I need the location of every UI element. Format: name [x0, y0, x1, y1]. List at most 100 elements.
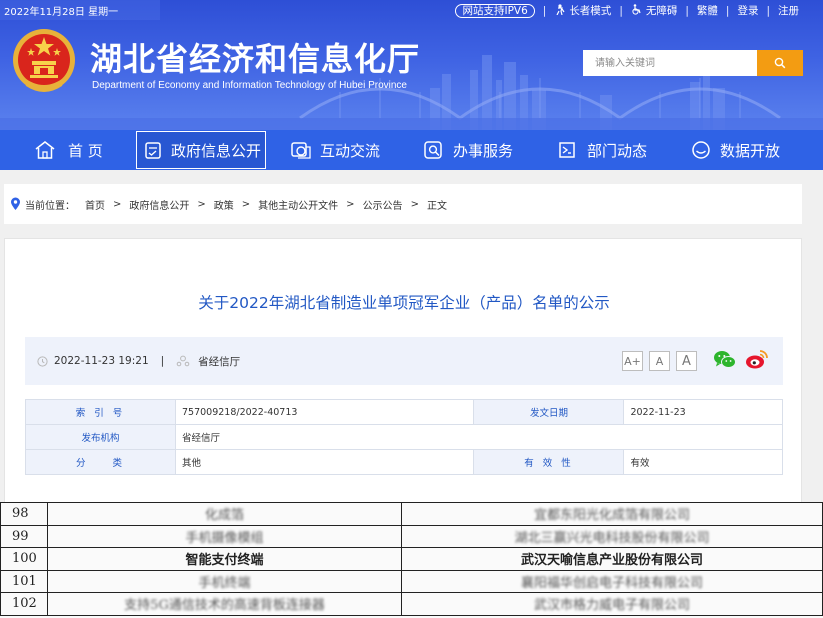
table-row: 100 智能支付终端 武汉天喻信息产业股份有限公司: [0, 547, 823, 571]
champion-list-table: 98 化成箔 宜都东阳光化成箔有限公司 99 手机摄像模组 湖北三赢兴光电科技股…: [0, 502, 823, 616]
issue-date-value: 2022-11-23: [623, 399, 783, 425]
site-subtitle: Department of Economy and Information Te…: [92, 80, 407, 91]
wechat-icon[interactable]: [713, 349, 737, 371]
search-service-icon: [424, 141, 442, 159]
search-input[interactable]: [583, 50, 757, 76]
accessibility-link[interactable]: 无障碍: [646, 3, 678, 18]
smile-data-icon: [692, 141, 710, 159]
national-emblem-logo: [13, 29, 75, 92]
breadcrumb-separator: >: [197, 198, 206, 210]
product-cell: 手机终端: [47, 569, 402, 593]
table-row: 98 化成箔 宜都东阳光化成箔有限公司: [0, 502, 823, 526]
top-links: 网站支持IPV6 | 长者模式 | 无障碍 | 繁體 | 登录 | 注册: [455, 3, 799, 18]
login-link[interactable]: 登录: [737, 3, 758, 18]
font-medium-button[interactable]: A: [649, 351, 670, 371]
news-icon: [559, 142, 575, 158]
home-icon: [35, 141, 55, 159]
search-icon: [774, 57, 786, 69]
location-pin-icon: [11, 197, 20, 210]
row-number: 100: [0, 547, 48, 571]
company-cell: 宜都东阳光化成箔有限公司: [401, 502, 823, 526]
search-box: [583, 50, 803, 76]
font-large-button[interactable]: A: [676, 351, 697, 371]
meta-divider: |: [160, 355, 165, 367]
row-number: 102: [0, 592, 48, 616]
breadcrumb-other-files[interactable]: 其他主动公开文件: [258, 197, 338, 212]
chat-icon: [291, 142, 311, 159]
breadcrumb-separator: >: [346, 198, 355, 210]
row-number: 101: [0, 569, 48, 593]
breadcrumb: 当前位置： 首页 > 政府信息公开 > 政策 > 其他主动公开文件 > 公示公告…: [4, 184, 802, 224]
site-title: 湖北省经济和信息化厅: [90, 40, 421, 78]
traditional-chinese-link[interactable]: 繁體: [697, 3, 718, 18]
validity-label: 有 效 性: [473, 449, 625, 475]
category-label: 分 类: [25, 449, 176, 475]
elder-mode-icon: [554, 3, 566, 18]
breadcrumb-gov-info[interactable]: 政府信息公开: [129, 197, 189, 212]
company-cell: 襄阳福华创启电子科技有限公司: [401, 569, 823, 593]
date-line: 2022年11月28日 星期一: [4, 7, 119, 18]
main-nav: 首 页 政府信息公开 互动交流 办事服务 部门动态 数据开放: [0, 130, 823, 170]
scanned-list-image: 98 化成箔 宜都东阳光化成箔有限公司 99 手机摄像模组 湖北三赢兴光电科技股…: [0, 502, 823, 618]
info-row: 分 类 其他 有 效 性 有效: [25, 449, 783, 475]
info-row: 发布机构 省经信厅: [25, 424, 783, 450]
nav-label: 部门动态: [587, 141, 648, 160]
nav-label: 办事服务: [453, 141, 514, 160]
table-row: 102 支持5G通信技术的高速背板连接器 武汉市格力威电子有限公司: [0, 592, 823, 616]
product-cell: 支持5G通信技术的高速背板连接器: [47, 592, 402, 616]
separator: |: [542, 4, 547, 17]
font-larger-button[interactable]: A+: [622, 351, 643, 371]
row-number: 98: [0, 502, 48, 526]
nav-item-services[interactable]: 办事服务: [423, 130, 513, 170]
company-cell: 武汉天喻信息产业股份有限公司: [401, 547, 823, 571]
search-button[interactable]: [757, 50, 803, 76]
company-cell: 湖北三赢兴光电科技股份有限公司: [401, 524, 823, 548]
publisher-value: 省经信厅: [175, 424, 783, 450]
breadcrumb-current: 正文: [426, 200, 447, 212]
breadcrumb-policy[interactable]: 政策: [214, 197, 234, 212]
nav-label: 政府信息公开: [171, 141, 262, 160]
nav-item-home[interactable]: 首 页: [34, 130, 103, 170]
font-size-controls: A+ A A: [622, 351, 697, 371]
breadcrumb-home[interactable]: 首页: [85, 197, 105, 212]
validity-value: 有效: [623, 449, 783, 475]
document-info-table: 索 引 号 757009218/2022-40713 发文日期 2022-11-…: [25, 399, 783, 475]
separator: |: [685, 4, 689, 17]
nav-item-gov-info[interactable]: 政府信息公开: [136, 131, 267, 169]
issue-date-label: 发文日期: [473, 399, 625, 425]
company-cell: 武汉市格力威电子有限公司: [401, 592, 823, 616]
weibo-icon[interactable]: [745, 349, 769, 371]
nav-label: 首 页: [68, 141, 103, 160]
nav-item-open-data[interactable]: 数据开放: [690, 130, 780, 170]
breadcrumb-separator: >: [241, 198, 251, 210]
row-number: 99: [0, 524, 48, 548]
table-row: 101 手机终端 襄阳福华创启电子科技有限公司: [0, 569, 823, 593]
separator: |: [619, 4, 623, 17]
info-row: 索 引 号 757009218/2022-40713 发文日期 2022-11-…: [25, 399, 783, 425]
ipv6-badge[interactable]: 网站支持IPV6: [455, 3, 535, 18]
register-link[interactable]: 注册: [778, 3, 799, 18]
document-check-icon: [145, 142, 161, 159]
source-icon: [176, 355, 190, 367]
product-cell: 智能支付终端: [47, 547, 402, 571]
nav-label: 数据开放: [720, 141, 781, 160]
article-card: 关于2022年湖北省制造业单项冠军企业（产品）名单的公示 2022-11-23 …: [4, 238, 802, 508]
separator: |: [766, 4, 770, 17]
index-label: 索 引 号: [25, 399, 176, 425]
clock-icon: [37, 355, 48, 367]
publisher-label: 发布机构: [25, 424, 176, 450]
nav-item-dept-news[interactable]: 部门动态: [557, 130, 647, 170]
category-value: 其他: [174, 449, 475, 475]
share-buttons: [713, 349, 769, 371]
nav-label: 互动交流: [320, 141, 381, 160]
publish-datetime: 2022-11-23 19:21: [54, 355, 149, 367]
breadcrumb-label: 当前位置：: [25, 200, 75, 212]
product-cell: 化成箔: [47, 502, 402, 526]
separator: |: [725, 4, 730, 17]
product-cell: 手机摄像模组: [47, 524, 402, 548]
elder-mode-link[interactable]: 长者模式: [569, 3, 611, 18]
breadcrumb-announcements[interactable]: 公示公告: [363, 197, 403, 212]
breadcrumb-separator: >: [410, 198, 419, 210]
table-row: 99 手机摄像模组 湖北三赢兴光电科技股份有限公司: [0, 524, 823, 548]
nav-item-interaction[interactable]: 互动交流: [290, 130, 380, 170]
